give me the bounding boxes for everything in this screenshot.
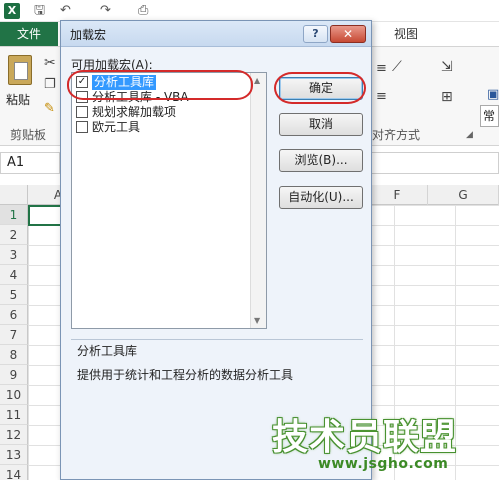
browse-button[interactable]: 浏览(B)... <box>279 149 363 172</box>
row-header-14[interactable]: 14 <box>0 465 28 480</box>
watermark-title: 技术员联盟 <box>272 417 458 458</box>
highlight-ellipse-addin <box>67 70 253 100</box>
currency-icon[interactable]: ▣ <box>487 87 499 102</box>
paste-label[interactable]: 粘贴 <box>6 91 30 108</box>
select-all-corner[interactable] <box>0 185 28 205</box>
name-box[interactable]: A1 <box>0 152 60 174</box>
row-header-5[interactable]: 5 <box>0 285 28 305</box>
tab-file[interactable]: 文件 <box>0 22 58 46</box>
row-header-9[interactable]: 9 <box>0 365 28 385</box>
dialog-launcher-icon[interactable]: ◢ <box>466 130 473 140</box>
description-text: 提供用于统计和工程分析的数据分析工具 <box>77 368 294 382</box>
row-header-3[interactable]: 3 <box>0 245 28 265</box>
scroll-down-icon[interactable]: ▼ <box>254 316 260 325</box>
excel-app-icon: X <box>4 3 20 19</box>
row-header-12[interactable]: 12 <box>0 425 28 445</box>
addin-checkbox[interactable] <box>76 106 88 118</box>
listbox-scrollbar[interactable]: ▲ ▼ <box>250 73 266 328</box>
dialog-titlebar[interactable]: 加载宏 ? ✕ <box>61 21 371 47</box>
addin-checkbox[interactable] <box>76 121 88 133</box>
close-button[interactable]: ✕ <box>330 25 366 43</box>
clipboard-group-label: 剪贴板 <box>10 128 47 142</box>
row-header-7[interactable]: 7 <box>0 325 28 345</box>
align-top-icon[interactable]: ≡ <box>376 61 387 76</box>
addins-listbox[interactable]: ✓ 分析工具库 分析工具库 - VBA 规划求解加载项 欧元工具 ▲ ▼ <box>71 72 267 329</box>
description-title: 分析工具库 <box>77 344 138 358</box>
help-button[interactable]: ? <box>303 25 328 43</box>
watermark-url: www.jsgho.com <box>318 456 449 472</box>
format-painter-icon[interactable]: ✎ <box>44 101 55 116</box>
addin-item[interactable]: 规划求解加载项 <box>74 105 250 121</box>
paste-icon[interactable] <box>8 55 32 85</box>
dialog-title: 加载宏 <box>70 28 107 42</box>
alignment-group-label: 对齐方式 <box>372 128 421 142</box>
cut-icon[interactable]: ✂ <box>44 55 56 71</box>
addin-item[interactable]: 欧元工具 <box>74 120 250 136</box>
column-header-f[interactable]: F <box>367 185 428 205</box>
row-header-6[interactable]: 6 <box>0 305 28 325</box>
row-header-11[interactable]: 11 <box>0 405 28 425</box>
highlight-ellipse-ok <box>274 72 366 104</box>
save-icon[interactable]: 🖫 <box>34 3 45 19</box>
copy-icon[interactable]: ❐ <box>44 77 56 92</box>
automation-button[interactable]: 自动化(U)... <box>279 186 363 209</box>
quick-access-toolbar: X 🖫 ↶ ↷ ⎙ <box>0 0 499 22</box>
wrap-text-icon[interactable]: ⇲ <box>441 59 453 75</box>
tab-view[interactable]: 视图 <box>394 22 418 46</box>
addin-label: 规划求解加载项 <box>92 105 177 119</box>
row-header-10[interactable]: 10 <box>0 385 28 405</box>
column-header-g[interactable]: G <box>428 185 499 205</box>
orientation-icon[interactable]: ⟋ <box>392 59 402 75</box>
row-header-2[interactable]: 2 <box>0 225 28 245</box>
cancel-button[interactable]: 取消 <box>279 113 363 136</box>
number-format-dropdown[interactable]: 常 <box>480 105 499 127</box>
row-header-4[interactable]: 4 <box>0 265 28 285</box>
row-header-1[interactable]: 1 <box>0 205 28 225</box>
addin-label: 欧元工具 <box>92 120 141 134</box>
redo-icon[interactable]: ↷ <box>100 3 111 19</box>
row-header-13[interactable]: 13 <box>0 445 28 465</box>
align-justify-icon[interactable]: ≡ <box>376 89 387 104</box>
row-header-8[interactable]: 8 <box>0 345 28 365</box>
merge-center-icon[interactable]: ⊞ <box>441 89 453 105</box>
undo-icon[interactable]: ↶ <box>60 3 71 19</box>
scroll-up-icon[interactable]: ▲ <box>254 76 260 85</box>
print-preview-icon[interactable]: ⎙ <box>138 3 148 19</box>
